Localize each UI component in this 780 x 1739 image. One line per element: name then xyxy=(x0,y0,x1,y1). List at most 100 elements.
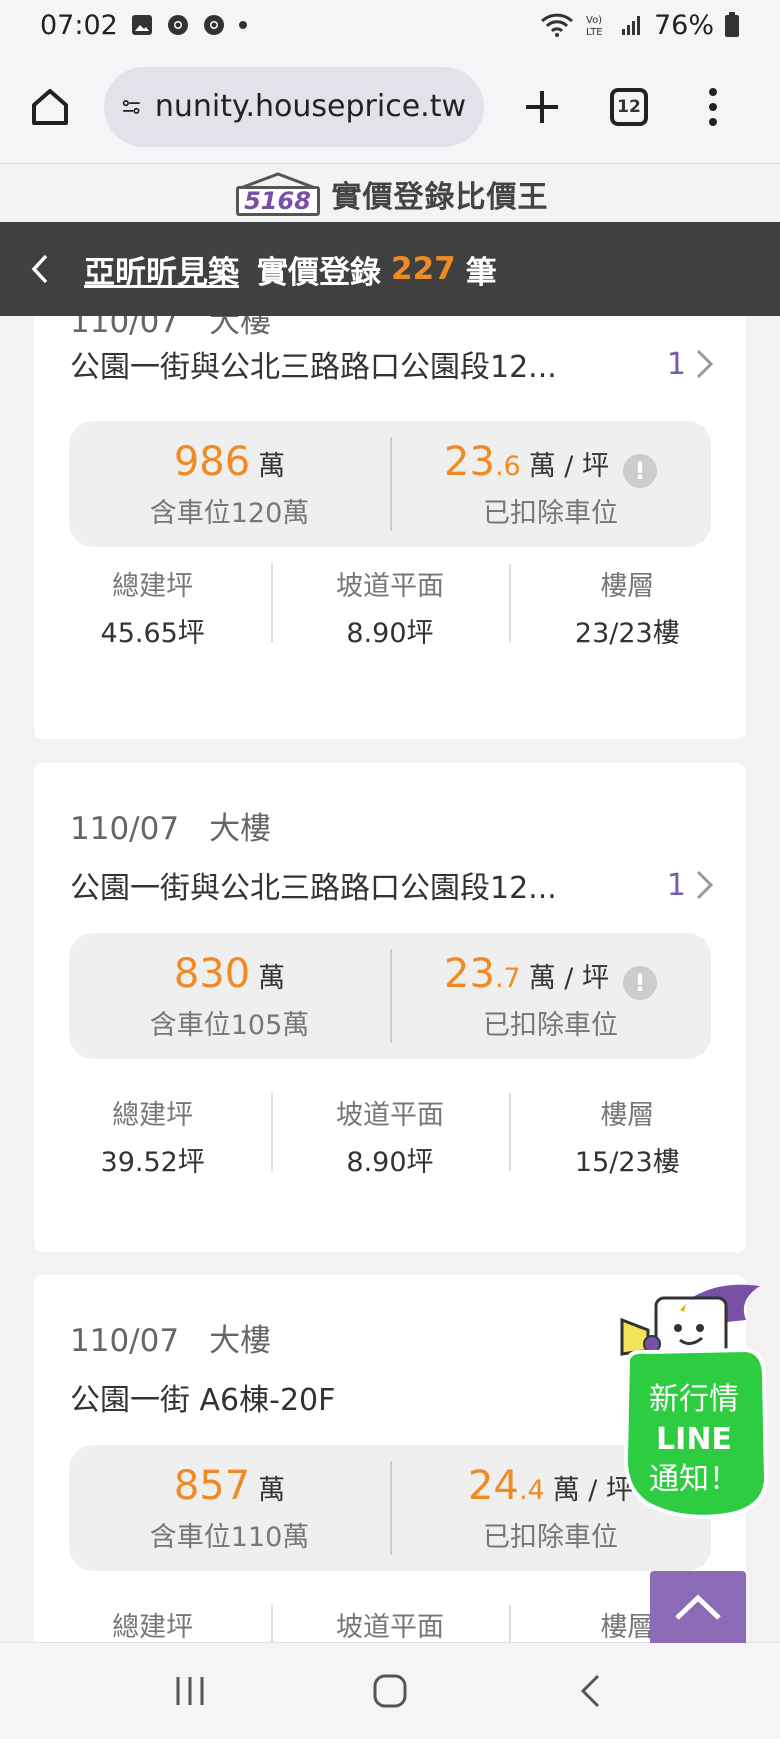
back-arrow-icon xyxy=(580,1674,600,1708)
card-meta: 110/07 大樓 xyxy=(70,1315,271,1360)
unit-price-int: 23 xyxy=(444,438,495,485)
stat-floor: 樓層 23/23樓 xyxy=(508,564,746,649)
total-price: 857 xyxy=(173,1462,251,1509)
stat-parking: 坡道平面 8.90坪 xyxy=(271,1093,508,1178)
home-button[interactable] xyxy=(22,79,78,135)
total-price-section: 830 萬 含車位105萬 xyxy=(69,933,390,1059)
chevron-right-icon xyxy=(696,349,714,379)
stat-value: 8.90坪 xyxy=(346,1147,434,1178)
address-row[interactable]: 公園一街與公北三路路口公園段12... 1 xyxy=(70,342,716,386)
notification-dot-icon xyxy=(238,21,247,29)
record-unit: 筆 xyxy=(465,254,497,291)
stat-label: 樓層 xyxy=(600,571,655,602)
chrome-icon xyxy=(167,15,188,35)
stats-row: 總建坪 39.52坪 坡道平面 8.90坪 樓層 15/23樓 xyxy=(34,1093,746,1178)
clock: 07:02 xyxy=(40,9,118,41)
site-header[interactable]: 5168 實價登錄比價王 xyxy=(0,165,780,222)
transaction-card[interactable]: 110/07 大樓 公園一街與公北三路路口公園段12... 1 986 萬 含車位… xyxy=(34,316,746,739)
stat-label: 總建坪 xyxy=(112,1612,194,1642)
status-bar: 07:02 Vo) LTE 76% xyxy=(0,0,780,50)
building-type: 大樓 xyxy=(209,316,272,340)
trade-date: 110/07 xyxy=(70,316,180,340)
back-to-top-button[interactable] xyxy=(650,1571,746,1643)
info-warning-icon[interactable]: ! xyxy=(622,453,657,488)
trade-date: 110/07 xyxy=(70,1323,180,1359)
transaction-card[interactable]: 110/07 大樓 公園一街與公北三路路口公園段12... 1 830 萬 含車位… xyxy=(34,763,746,1252)
stat-parking: 坡道平面 8.90坪 xyxy=(271,564,508,649)
chevron-right-icon xyxy=(696,870,714,900)
address-count: 1 xyxy=(666,867,686,903)
recent-apps-button[interactable] xyxy=(160,1661,220,1721)
promo-line-3: 通知！ xyxy=(649,1462,739,1497)
unit-price-dec: .7 xyxy=(494,962,521,994)
total-price-unit: 萬 xyxy=(258,450,286,482)
stat-area: 總建坪 xyxy=(34,1605,271,1642)
wifi-icon xyxy=(540,13,574,37)
record-count: 227 xyxy=(391,251,456,287)
unit-price-int: 24 xyxy=(468,1462,519,1509)
line-notify-promo[interactable]: 新行情 LINE 通知！ xyxy=(618,1280,769,1526)
card-meta: 110/07 大樓 xyxy=(70,316,271,341)
price-box: 986 萬 含車位120萬 23 .6 萬 / 坪 ! 已扣除車位 xyxy=(69,421,711,547)
stat-label: 總建坪 xyxy=(112,1100,194,1131)
new-tab-button[interactable] xyxy=(514,79,570,135)
system-nav-bar xyxy=(0,1642,780,1739)
recent-apps-icon xyxy=(176,1677,204,1705)
stat-parking: 坡道平面 xyxy=(271,1605,508,1642)
title-bar: 亞昕昕見築 實價登錄 227 筆 xyxy=(0,222,780,316)
trade-date: 110/07 xyxy=(70,811,180,847)
total-price-section: 857 萬 含車位110萬 xyxy=(69,1445,390,1571)
unit-note: 已扣除車位 xyxy=(483,1009,618,1041)
stats-row: 總建坪 45.65坪 坡道平面 8.90坪 樓層 23/23樓 xyxy=(34,564,746,649)
home-circle-icon xyxy=(373,1674,407,1708)
total-price-unit: 萬 xyxy=(258,962,286,994)
parking-note: 含車位105萬 xyxy=(149,1009,310,1041)
chevron-left-icon xyxy=(31,254,48,284)
site-logo[interactable]: 5168 實價登錄比價王 xyxy=(232,171,549,216)
site-settings-icon[interactable] xyxy=(122,92,141,122)
address-row[interactable]: 公園一街與公北三路路口公園段12... 1 xyxy=(70,863,716,907)
url-text: nunity.houseprice.tw xyxy=(154,89,466,124)
stat-value: 15/23樓 xyxy=(574,1147,680,1178)
record-label: 實價登錄 xyxy=(257,254,381,291)
stat-value: 45.65坪 xyxy=(100,618,205,649)
tab-switcher-button[interactable]: 12 xyxy=(610,87,648,126)
stat-label: 樓層 xyxy=(600,1100,655,1131)
address-count: 1 xyxy=(666,346,686,382)
stat-floor: 樓層 15/23樓 xyxy=(508,1093,746,1178)
browser-menu-button[interactable] xyxy=(698,79,728,135)
card-meta: 110/07 大樓 xyxy=(70,803,271,848)
chrome-icon-2 xyxy=(203,15,224,35)
menu-dot xyxy=(709,117,717,126)
back-button[interactable] xyxy=(30,249,60,289)
svg-text:LTE: LTE xyxy=(586,27,603,38)
stat-label: 坡道平面 xyxy=(335,1100,444,1131)
unit-price-unit: 萬 / 坪 xyxy=(528,450,609,482)
price-box: 857 萬 含車位110萬 24 .4 萬 / 坪 已扣除車位 xyxy=(69,1445,711,1571)
unit-price-int: 23 xyxy=(444,950,495,997)
address-bar[interactable]: nunity.houseprice.tw xyxy=(104,66,484,147)
home-nav-button[interactable] xyxy=(360,1661,420,1721)
project-name-link[interactable]: 亞昕昕見築 xyxy=(84,247,239,292)
menu-dot xyxy=(709,102,717,111)
parking-note: 含車位110萬 xyxy=(149,1521,310,1553)
address: 公園一街與公北三路路口公園段12... xyxy=(70,350,557,385)
promo-line-1: 新行情 xyxy=(649,1382,739,1417)
info-warning-icon[interactable]: ! xyxy=(622,965,657,1000)
stat-area: 總建坪 39.52坪 xyxy=(34,1093,271,1178)
battery-percent: 76% xyxy=(653,9,714,41)
logo-number: 5168 xyxy=(235,185,320,216)
unit-price-dec: .6 xyxy=(494,450,521,482)
logo-badge: 5168 xyxy=(232,171,324,216)
unit-price-dec: .4 xyxy=(518,1474,545,1506)
back-nav-button[interactable] xyxy=(560,1661,620,1721)
stats-row: 總建坪 坡道平面 樓層 xyxy=(34,1605,746,1642)
volte-icon: Vo)LTE xyxy=(586,15,603,38)
building-type: 大樓 xyxy=(209,811,272,847)
stat-label: 坡道平面 xyxy=(335,1612,444,1642)
total-price: 986 xyxy=(173,438,251,485)
total-price: 830 xyxy=(173,950,251,997)
chevron-up-icon xyxy=(675,1594,721,1620)
battery-icon xyxy=(725,12,739,37)
plus-icon xyxy=(526,90,558,123)
